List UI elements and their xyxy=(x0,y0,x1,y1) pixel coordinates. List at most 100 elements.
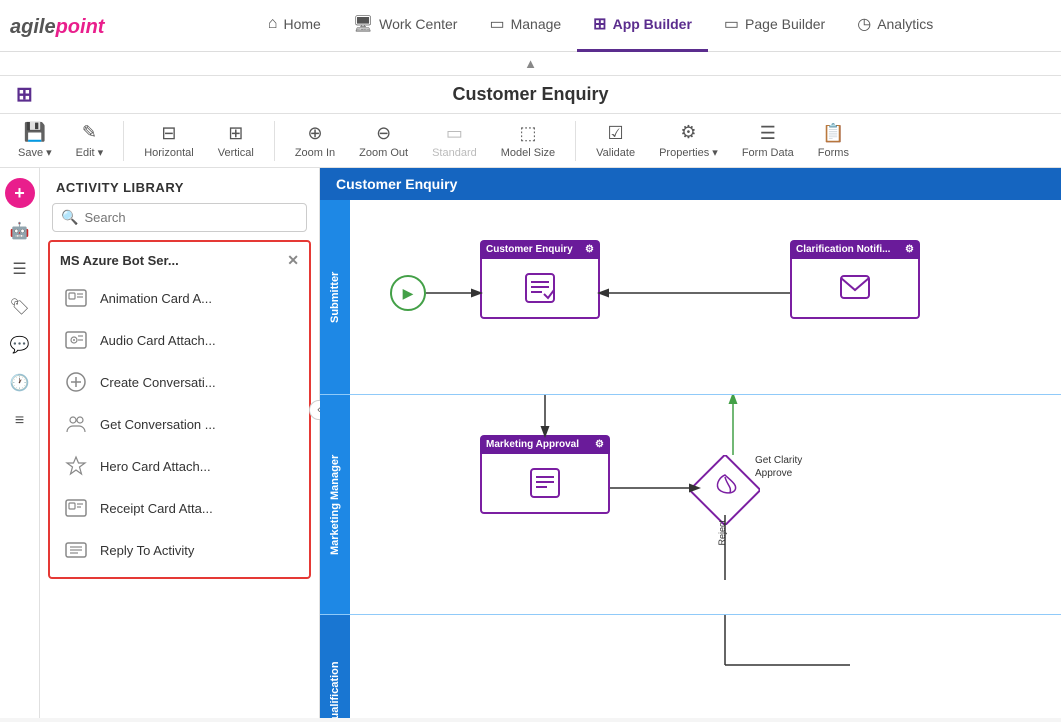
audio-card-label: Audio Card Attach... xyxy=(100,333,216,348)
flow-label-reject: Reject xyxy=(717,520,727,546)
forms-icon: 📋 xyxy=(822,123,844,144)
left-sidebar: + 🤖 ☰ 🏷 💬 🕐 ≡ xyxy=(0,168,40,718)
hero-card-label: Hero Card Attach... xyxy=(100,459,211,474)
qualification-arrows xyxy=(350,615,1061,718)
lib-item-reply-to-activity[interactable]: Reply To Activity xyxy=(50,529,309,571)
toolbar-save[interactable]: 💾 Save ▾ xyxy=(10,118,60,163)
search-input[interactable] xyxy=(84,210,298,225)
page-title: Customer Enquiry xyxy=(452,84,608,105)
search-box[interactable]: 🔍 xyxy=(52,203,307,232)
customer-enquiry-node[interactable]: Customer Enquiry ⚙ xyxy=(480,240,600,319)
customer-enquiry-title: Customer Enquiry xyxy=(486,244,573,255)
flow-label-approve: Approve xyxy=(755,468,792,479)
diagram-container: Customer Enquiry Submitter ▶ Customer En… xyxy=(320,168,1061,718)
lib-item-audio-card[interactable]: Audio Card Attach... xyxy=(50,319,309,361)
nav-app-builder[interactable]: ⊞ App Builder xyxy=(577,0,708,52)
animation-card-label: Animation Card A... xyxy=(100,291,212,306)
zoom-in-icon: ⊕ xyxy=(307,123,322,144)
group-header: MS Azure Bot Ser... ✕ xyxy=(50,248,309,277)
zoom-out-label: Zoom Out xyxy=(359,147,408,159)
toolbar-properties[interactable]: ⚙ Properties ▾ xyxy=(651,118,726,163)
manage-icon: ▭ xyxy=(489,14,504,34)
customer-enquiry-gear[interactable]: ⚙ xyxy=(585,244,594,255)
lib-item-receipt-card[interactable]: Receipt Card Atta... xyxy=(50,487,309,529)
nav-items: ⌂ Home 🖥 Work Center ▭ Manage ⊞ App Buil… xyxy=(150,0,1051,52)
animation-card-icon xyxy=(62,284,90,312)
work-center-icon: 🖥 xyxy=(353,14,373,34)
clock-icon-btn[interactable]: 🕐 xyxy=(5,368,35,398)
start-circle: ▶ xyxy=(390,275,426,311)
lib-item-animation-card[interactable]: Animation Card A... xyxy=(50,277,309,319)
model-size-label: Model Size xyxy=(501,147,555,159)
diagram-header: Customer Enquiry xyxy=(320,168,1061,200)
page-builder-icon: ▭ xyxy=(724,14,739,34)
create-conversation-icon xyxy=(62,368,90,396)
form-data-icon: ☰ xyxy=(760,123,776,144)
list-icon-btn[interactable]: ☰ xyxy=(5,254,35,284)
properties-icon: ⚙ xyxy=(680,122,696,143)
menu-icon-btn[interactable]: ≡ xyxy=(5,406,35,436)
clarification-notif-gear[interactable]: ⚙ xyxy=(905,244,914,255)
swimlane-content-qualification xyxy=(350,615,1061,718)
form-data-label: Form Data xyxy=(742,147,794,159)
lib-item-create-conversation[interactable]: Create Conversati... xyxy=(50,361,309,403)
nav-analytics[interactable]: ◷ Analytics xyxy=(841,0,949,52)
toolbar: 💾 Save ▾ ✎ Edit ▾ ⊟ Horizontal ⊞ Vertica… xyxy=(0,114,1061,168)
toolbar-zoom-out[interactable]: ⊖ Zoom Out xyxy=(351,119,416,163)
hero-card-icon xyxy=(62,452,90,480)
validate-label: Validate xyxy=(596,147,635,159)
marketing-approval-node[interactable]: Marketing Approval ⚙ xyxy=(480,435,610,514)
toolbar-forms[interactable]: 📋 Forms xyxy=(810,119,857,163)
receipt-card-label: Receipt Card Atta... xyxy=(100,501,213,516)
swimlane-submitter: Submitter ▶ Customer Enquiry ⚙ xyxy=(320,200,1061,395)
activity-library-panel: ACTIVITY LIBRARY 🔍 MS Azure Bot Ser... ✕ xyxy=(40,168,320,718)
swimlane-content-submitter: ▶ Customer Enquiry ⚙ xyxy=(350,200,1061,394)
toolbar-form-data[interactable]: ☰ Form Data xyxy=(734,119,802,163)
toolbar-separator-1 xyxy=(123,121,124,161)
vertical-icon: ⊞ xyxy=(228,123,243,144)
canvas-area[interactable]: Customer Enquiry Submitter ▶ Customer En… xyxy=(320,168,1061,718)
top-navigation: agilepoint ⌂ Home 🖥 Work Center ▭ Manage… xyxy=(0,0,1061,52)
nav-work-center[interactable]: 🖥 Work Center xyxy=(337,0,474,52)
chat-icon-btn[interactable]: 💬 xyxy=(5,330,35,360)
reply-to-activity-label: Reply To Activity xyxy=(100,543,194,558)
robot-icon-btn[interactable]: 🤖 xyxy=(5,216,35,246)
flow-label-get-clarity: Get Clarity xyxy=(755,455,802,466)
swimlane-label-qualification: Qualification xyxy=(320,615,350,718)
clarification-notif-node[interactable]: Clarification Notifi... ⚙ xyxy=(790,240,920,319)
group-close-button[interactable]: ✕ xyxy=(287,252,299,269)
search-icon: 🔍 xyxy=(61,209,78,226)
reply-to-activity-icon xyxy=(62,536,90,564)
swimlane-marketing: Marketing Manager Marketing Approval ⚙ xyxy=(320,395,1061,615)
toolbar-vertical[interactable]: ⊞ Vertical xyxy=(210,119,262,163)
horizontal-icon: ⊟ xyxy=(161,123,176,144)
swimlane-label-marketing: Marketing Manager xyxy=(320,395,350,614)
app-builder-icon: ⊞ xyxy=(593,14,606,34)
submitter-arrows xyxy=(350,200,1061,394)
toolbar-edit[interactable]: ✎ Edit ▾ xyxy=(68,118,112,163)
get-conversation-icon xyxy=(62,410,90,438)
tag-icon-btn[interactable]: 🏷 xyxy=(5,292,35,322)
home-icon: ⌂ xyxy=(268,15,278,33)
marketing-approval-gear[interactable]: ⚙ xyxy=(595,439,604,450)
toolbar-separator-2 xyxy=(274,121,275,161)
horizontal-label: Horizontal xyxy=(144,147,194,159)
toolbar-validate[interactable]: ☑ Validate xyxy=(588,119,643,163)
edit-icon: ✎ xyxy=(82,122,97,143)
save-icon: 💾 xyxy=(24,122,46,143)
lib-item-hero-card[interactable]: Hero Card Attach... xyxy=(50,445,309,487)
nav-home[interactable]: ⌂ Home xyxy=(252,0,337,52)
nav-app-builder-label: App Builder xyxy=(613,16,692,32)
activity-group-ms-azure: MS Azure Bot Ser... ✕ Animation Card A..… xyxy=(48,240,311,579)
nav-page-builder-label: Page Builder xyxy=(745,16,825,32)
toolbar-model-size[interactable]: ⬚ Model Size xyxy=(493,119,563,163)
toolbar-zoom-in[interactable]: ⊕ Zoom In xyxy=(287,119,343,163)
add-button[interactable]: + xyxy=(5,178,35,208)
lib-item-get-conversation[interactable]: Get Conversation ... xyxy=(50,403,309,445)
toolbar-horizontal[interactable]: ⊟ Horizontal xyxy=(136,119,202,163)
collapse-bar[interactable]: ▲ xyxy=(0,52,1061,76)
nav-page-builder[interactable]: ▭ Page Builder xyxy=(708,0,841,52)
nav-manage-label: Manage xyxy=(511,16,562,32)
customer-enquiry-body xyxy=(480,259,600,319)
nav-manage[interactable]: ▭ Manage xyxy=(473,0,577,52)
